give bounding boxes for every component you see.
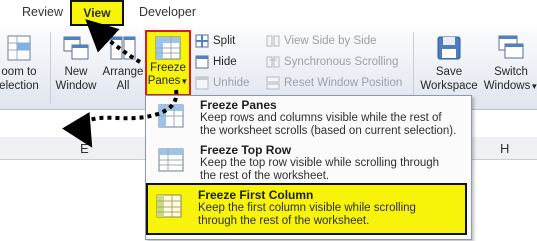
column-header-e[interactable]: E (80, 141, 89, 156)
save-workspace-label-1: Save (435, 66, 463, 78)
freeze-top-row-icon (158, 148, 184, 172)
split-label: Split (213, 35, 236, 47)
arrange-all-icon (110, 36, 136, 60)
arrange-all-button[interactable]: Arrange All (100, 33, 146, 93)
chevron-down-icon: ▼ (530, 82, 537, 91)
save-workspace-label-2: Workspace (420, 80, 478, 92)
freeze-panes-icon (158, 104, 184, 128)
menu-item-title: Freeze Top Row (200, 143, 292, 157)
menu-item-desc-2: the worksheet scrolls (based on current … (200, 125, 457, 137)
freeze-panes-button[interactable]: Freeze Panes▼ (145, 30, 191, 96)
menu-item-desc-2: the rest of the worksheet. (200, 170, 330, 182)
zoom-selection-icon (7, 35, 31, 61)
tab-developer[interactable]: Developer (139, 5, 196, 19)
menu-item-title: Freeze First Column (198, 188, 314, 202)
switch-windows-label-2: Windows▼ (483, 80, 537, 92)
new-window-label-2: Window (55, 80, 97, 92)
switch-windows-button[interactable]: Switch Windows▼ (483, 33, 537, 94)
hide-label: Hide (213, 56, 237, 68)
view-side-by-side-label: View Side by Side (284, 35, 377, 47)
menu-item-desc-2: through the rest of the worksheet. (198, 215, 370, 227)
unhide-label: Unhide (213, 77, 250, 89)
new-window-button[interactable]: New Window (53, 33, 99, 93)
hide-button[interactable]: Hide (195, 53, 237, 71)
switch-windows-icon (498, 35, 524, 59)
menu-item-desc-1: Keep the top row visible while scrolling… (200, 157, 440, 169)
new-window-label-1: New (64, 66, 88, 78)
tab-review[interactable]: Review (22, 5, 63, 19)
freeze-panes-label-1: Freeze (150, 62, 186, 74)
save-workspace-button[interactable]: Save Workspace (418, 33, 480, 93)
freeze-panes-icon (155, 36, 181, 60)
sync-scroll-icon (266, 56, 280, 68)
chevron-down-icon: ▼ (180, 77, 189, 86)
zoom-to-selection-button[interactable]: oom to election (0, 33, 48, 93)
split-icon (195, 34, 209, 48)
tab-view[interactable]: View (70, 0, 124, 26)
unhide-icon (195, 76, 209, 90)
new-window-icon (63, 36, 89, 60)
save-workspace-icon (437, 36, 461, 60)
synchronous-scrolling-label: Synchronous Scrolling (284, 56, 399, 68)
arrange-all-label-1: Arrange (102, 66, 144, 78)
column-header-h[interactable]: H (500, 141, 509, 156)
freeze-panes-label-2: Panes▼ (147, 75, 189, 87)
zoom-selection-label-2: election (0, 80, 39, 92)
reset-window-position-label: Reset Window Position (284, 77, 403, 89)
group-separator (50, 32, 51, 104)
menu-item-freeze-top-row[interactable]: Freeze Top Row Keep the top row visible … (148, 141, 469, 183)
freeze-first-column-icon (156, 194, 182, 218)
unhide-button[interactable]: Unhide (195, 74, 249, 92)
menu-item-desc-1: Keep the first column visible while scro… (198, 202, 416, 214)
hide-icon (195, 55, 209, 69)
menu-item-title: Freeze Panes (200, 98, 277, 112)
zoom-selection-label-1: oom to (1, 66, 37, 78)
switch-windows-label-1: Switch (494, 66, 528, 78)
group-separator (413, 32, 414, 104)
menu-item-desc-1: Keep rows and columns visible while the … (200, 112, 442, 124)
reset-position-icon (266, 76, 280, 90)
menu-item-freeze-first-column[interactable]: Freeze First Column Keep the first colum… (146, 183, 467, 235)
arrange-all-label-2: All (116, 80, 130, 92)
synchronous-scrolling-button[interactable]: Synchronous Scrolling (266, 53, 398, 71)
view-side-by-side-button[interactable]: View Side by Side (266, 32, 376, 50)
reset-window-position-button[interactable]: Reset Window Position (266, 74, 402, 92)
split-button[interactable]: Split (195, 32, 235, 50)
side-by-side-icon (266, 35, 280, 47)
menu-item-freeze-panes[interactable]: Freeze Panes Keep rows and columns visib… (148, 97, 469, 139)
